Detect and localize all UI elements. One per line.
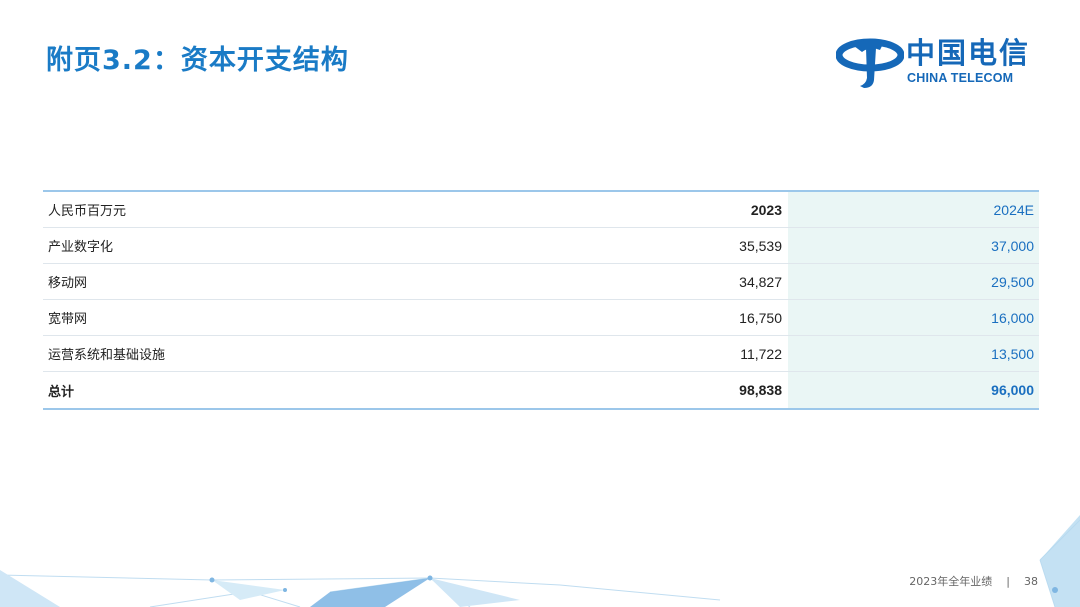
value-2024e: 37,000 [788,228,1039,263]
value-2023: 35,539 [739,237,782,254]
column-header-2024e: 2024E [788,192,1039,227]
row-label: 运营系统和基础设施 [48,348,166,363]
footer-separator: | [1006,574,1010,588]
total-label: 总计 [48,384,75,400]
table-row: 运营系统和基础设施 11,722 13,500 [43,336,1039,372]
logo-chinese-text: 中国电信 [906,36,1031,70]
table-total-row: 总计 98,838 96,000 [43,372,1039,408]
total-value-2024e: 96,000 [788,372,1039,408]
row-label: 宽带网 [48,312,88,327]
total-value-2023: 98,838 [739,382,782,398]
telecom-e-icon [836,38,904,88]
china-telecom-logo: 中国电信 CHINA TELECOM [836,28,1046,92]
logo-english-text: CHINA TELECOM [907,71,1014,85]
unit-label: 人民币百万元 [48,204,127,219]
value-2024e: 29,500 [788,264,1039,299]
table-row: 产业数字化 35,539 37,000 [43,228,1039,264]
value-2024e: 16,000 [788,300,1039,335]
value-2023: 11,722 [740,345,782,362]
page-number: 38 [1024,574,1038,588]
row-label: 产业数字化 [48,240,114,255]
value-2023: 16,750 [739,309,782,326]
capex-table: 人民币百万元 2023 2024E 产业数字化 35,539 37,000 移动… [43,190,1039,410]
table-header-row: 人民币百万元 2023 2024E [43,192,1039,228]
footer: 2023年全年业绩 | 38 [909,573,1038,589]
footer-text: 2023年全年业绩 [909,575,993,588]
value-2023: 34,827 [739,273,782,290]
table-row: 移动网 34,827 29,500 [43,264,1039,300]
column-header-2023: 2023 [750,201,782,218]
page-title: 附页3.2：资本开支结构 [46,45,349,76]
row-label: 移动网 [48,276,88,291]
value-2024e: 13,500 [788,336,1039,371]
table-row: 宽带网 16,750 16,000 [43,300,1039,336]
